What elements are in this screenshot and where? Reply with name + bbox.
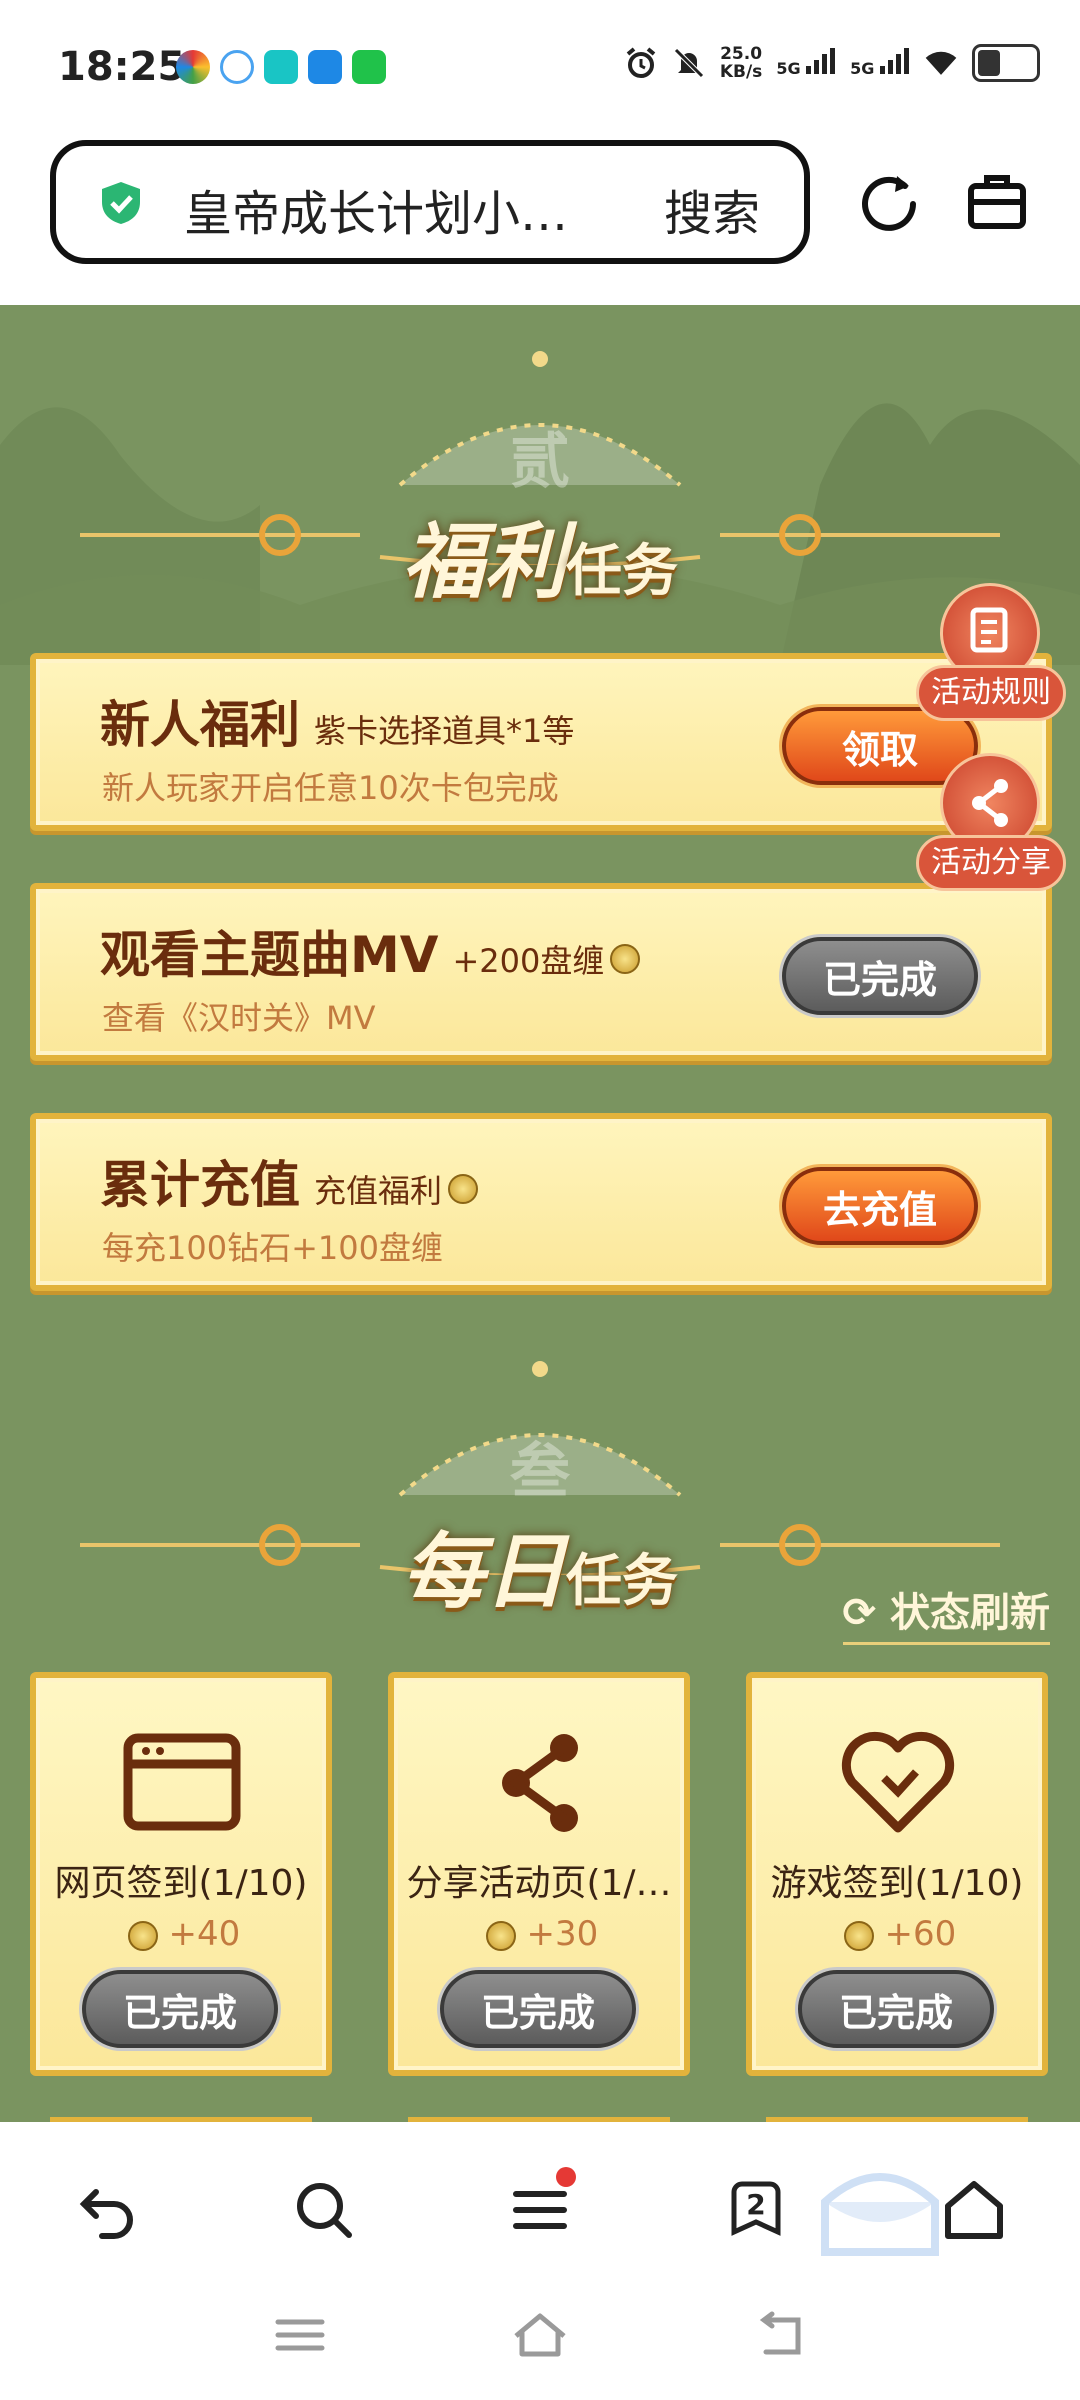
task-description: 查看《汉时关》MV [102,999,376,1037]
signal-bars-icon [880,48,909,74]
system-home-icon[interactable] [512,2310,568,2360]
daily-task-name: 分享活动页(1/… [406,1863,672,1904]
coin-icon [485,1920,516,1951]
signal-bars-icon [806,48,836,74]
daily-card-share-page: 分享活动页(1/… +30 已完成 [388,1672,690,2076]
browser-app-icon [220,50,254,84]
daily-reward: +60 [752,1914,1042,1954]
refresh-state-button[interactable]: ⟳ 状态刷新 [842,1580,1050,1645]
completed-button[interactable]: 已完成 [440,1970,636,2048]
completed-button[interactable]: 已完成 [82,1970,278,2048]
tabs-button[interactable]: 2 [724,2178,788,2242]
task-tag: 充值福利 [314,1172,443,1210]
title-big-text: 福利 [402,514,566,610]
battery-icon [972,44,1040,82]
system-back-icon[interactable] [752,2310,808,2360]
search-query-text[interactable]: 皇帝成长计划小… [184,174,568,244]
home-icon[interactable] [942,2178,1006,2242]
section-bg-character: 贰 [510,427,570,497]
daily-section-title: 叁 每日任务 [0,1355,1080,1620]
daily-task-name: 网页签到(1/10) [54,1863,308,1904]
share-icon [502,1734,578,1832]
status-time: 18:25 [58,44,186,90]
title-small-text: 任务 [566,1548,678,1614]
floating-decoration-icon [821,2173,939,2256]
browser-window-icon [123,1733,241,1831]
daily-task-name: 游戏签到(1/10) [770,1863,1024,1904]
back-arrow-icon[interactable] [76,2178,140,2242]
coin-icon [843,1920,874,1951]
task-title: 新人福利 紫卡选择道具*1等 [100,685,574,757]
wifi-icon [924,46,958,80]
net-speed: 25.0 KB/s [720,45,762,81]
wechat-app-icon [352,50,386,84]
task-tag: +200盘缠 [452,942,605,980]
task-description: 每充100钻石+100盘缠 [102,1229,443,1267]
recent-apps-icon[interactable] [272,2310,328,2360]
feishu-app-icon [308,50,342,84]
task-title: 累计充值 充值福利 [100,1145,479,1217]
menu-icon[interactable] [508,2178,572,2242]
coin-icon [448,1173,479,1204]
tabs-count: 2 [746,2188,766,2221]
search-icon[interactable] [292,2178,356,2242]
status-right: 25.0 KB/s 5G 5G [624,44,1040,82]
security-shield-icon [102,182,140,224]
address-search-bar[interactable]: 皇帝成长计划小… 搜索 [50,140,810,264]
reward-amount: +40 [168,1914,241,1954]
reward-amount: +60 [884,1914,957,1954]
go-recharge-button[interactable]: 去充值 [782,1167,978,1245]
refresh-icon[interactable] [857,170,921,234]
task-title-text: 累计充值 [100,1156,300,1214]
coin-icon [127,1920,158,1951]
task-card-recharge: 累计充值 充值福利 每充100钻石+100盘缠 去充值 [30,1113,1052,1291]
refresh-small-icon: ⟳ [842,1590,877,1636]
task-title-text: 新人福利 [100,696,300,754]
signal-5g-1: 5G [776,48,836,78]
mute-icon [672,46,706,80]
completed-button[interactable]: 已完成 [782,937,978,1015]
net-speed-unit: KB/s [719,62,763,82]
signal-5g-2: 5G [850,48,910,78]
search-button[interactable]: 搜索 [664,174,760,244]
section-bg-character: 叁 [510,1437,570,1507]
task-card-watch-mv: 观看主题曲MV +200盘缠 查看《汉时关》MV 已完成 [30,883,1052,1061]
activity-rules-label: 活动规则 [916,665,1066,721]
colorful-app-icon [176,50,210,84]
signal-label: 5G [850,59,875,78]
title-small-text: 任务 [566,538,678,604]
refresh-state-label: 状态刷新 [890,1590,1050,1636]
menu-notification-dot [556,2167,576,2187]
activity-share-label: 活动分享 [916,835,1066,891]
reward-amount: +30 [526,1914,599,1954]
daily-card-web-checkin: 网页签到(1/10) +40 已完成 [30,1672,332,2076]
daily-card-game-checkin: 游戏签到(1/10) +60 已完成 [746,1672,1048,2076]
welfare-section-title: 贰 福利任务 [0,345,1080,610]
toolbox-icon[interactable] [965,170,1029,234]
task-title: 观看主题曲MV +200盘缠 [100,915,641,987]
activity-share-button[interactable]: 活动分享 [916,753,1066,923]
heart-handshake-icon [841,1731,955,1833]
coin-icon [610,943,641,974]
taptap-app-icon [264,50,298,84]
notification-app-icons [176,50,386,84]
task-tag: 紫卡选择道具*1等 [314,712,575,750]
task-card-newcomer: 新人福利 紫卡选择道具*1等 新人玩家开启任意10次卡包完成 领取 [30,653,1052,831]
title-big-text: 每日 [402,1524,566,1620]
task-description: 新人玩家开启任意10次卡包完成 [102,769,559,807]
net-speed-value: 25.0 [720,44,763,64]
alarm-icon [624,46,658,80]
completed-button[interactable]: 已完成 [798,1970,994,2048]
activity-page-content: 贰 福利任务 新人福利 紫卡选择道具*1等 新人玩家开启任意10次卡包完成 领取 … [0,305,1080,2122]
activity-rules-button[interactable]: 活动规则 [916,583,1066,753]
daily-reward: +40 [36,1914,326,1954]
signal-label: 5G [776,59,801,78]
task-title-text: 观看主题曲MV [100,926,439,984]
daily-reward: +30 [394,1914,684,1954]
status-bar: 18:25 25.0 KB/s 5G 5G [0,0,1080,135]
